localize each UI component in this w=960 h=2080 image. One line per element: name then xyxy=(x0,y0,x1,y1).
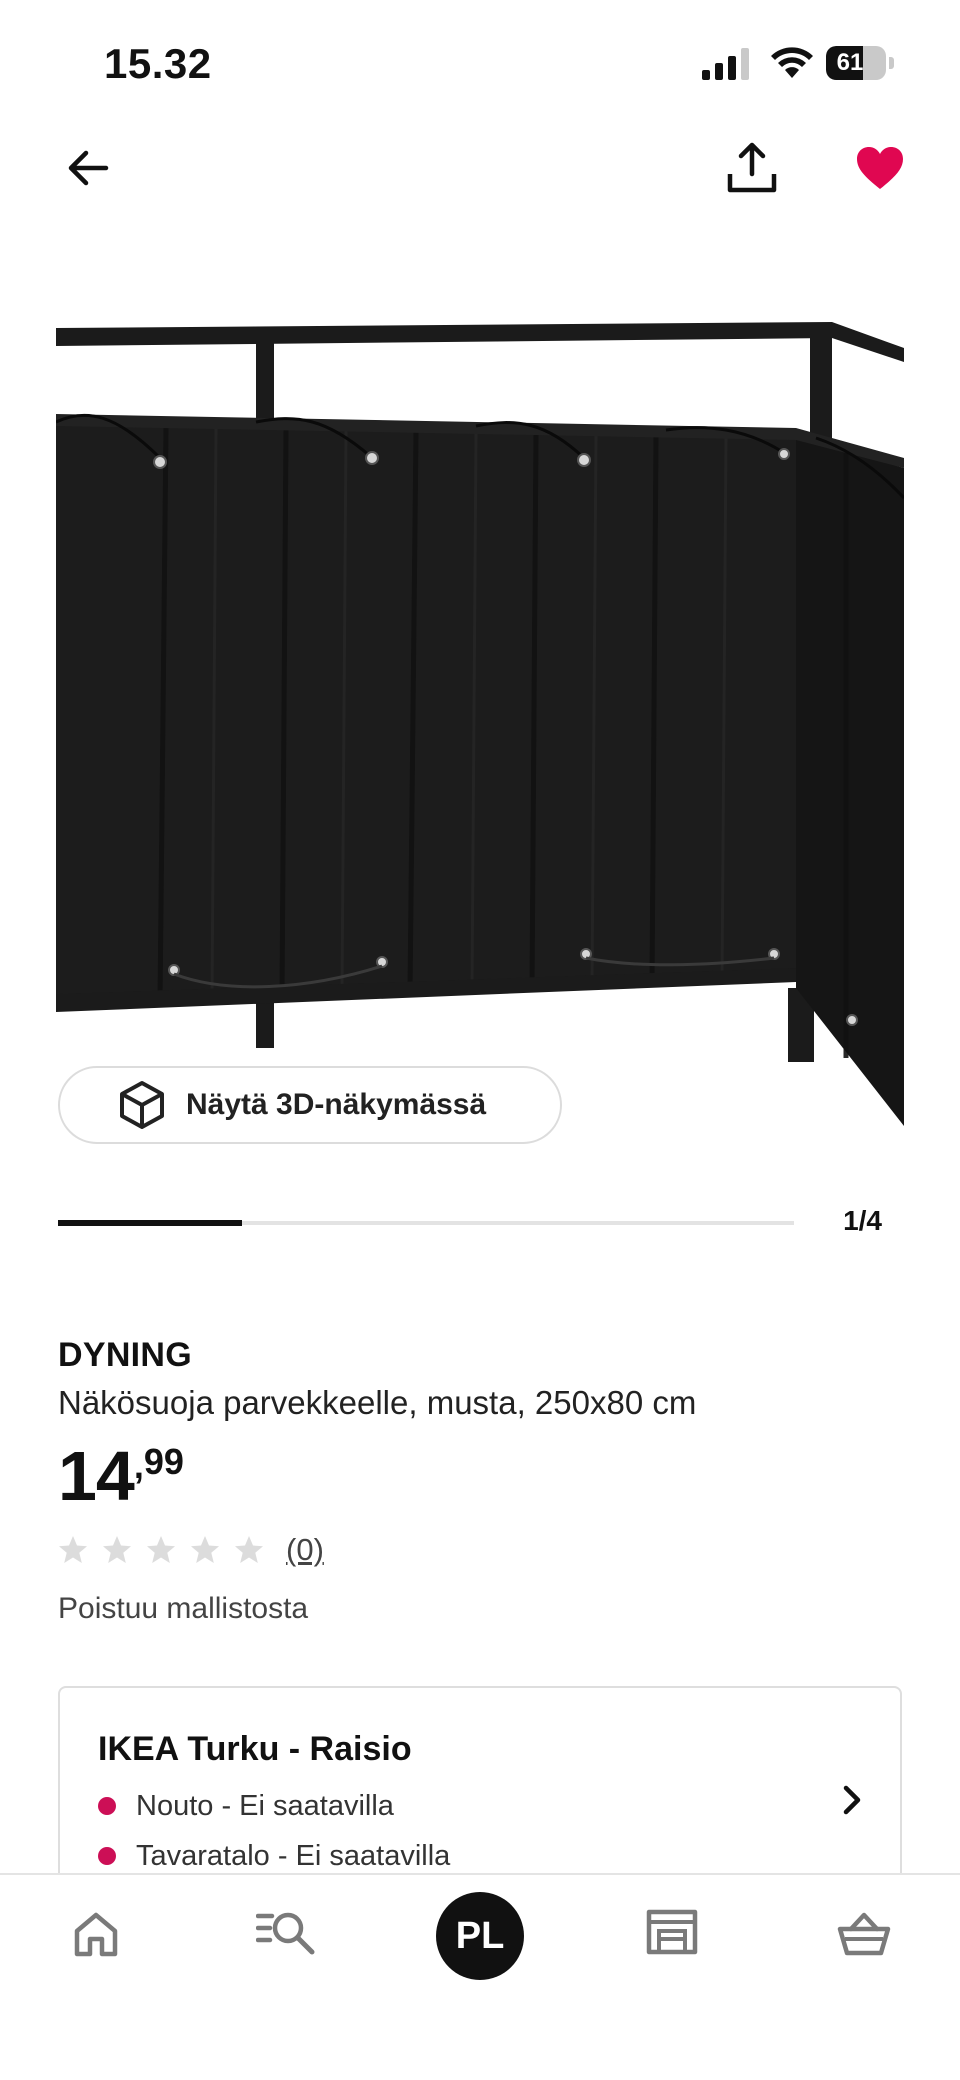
home-icon xyxy=(74,1912,118,1957)
price-comma: , xyxy=(133,1445,144,1486)
status-time: 15.32 xyxy=(104,40,212,87)
gallery-progress-fill xyxy=(58,1220,242,1226)
product-price: 14 , 99 xyxy=(58,1436,184,1516)
tab-store[interactable] xyxy=(632,1892,712,1972)
tab-home[interactable] xyxy=(56,1894,136,1974)
favorite-button[interactable] xyxy=(848,136,912,200)
product-description: Näkösuoja parvekkeelle, musta, 250x80 cm xyxy=(58,1384,697,1421)
product-image[interactable] xyxy=(56,318,904,1128)
share-icon xyxy=(727,142,777,193)
battery-percentage: 61 xyxy=(836,49,864,76)
gallery-progress-bar[interactable] xyxy=(58,1220,794,1226)
product-status: Poistuu mallistosta xyxy=(58,1592,309,1625)
battery-icon: 61 xyxy=(826,46,896,80)
store-icon xyxy=(646,1909,698,1955)
price-integer: 14 xyxy=(58,1437,135,1515)
star-icon xyxy=(147,1536,175,1563)
availability-label: Tavaratalo - Ei saatavilla xyxy=(136,1839,451,1872)
chevron-right-icon[interactable] xyxy=(834,1782,870,1818)
wifi-icon xyxy=(771,47,813,78)
status-dot xyxy=(98,1847,116,1865)
share-button[interactable] xyxy=(720,136,784,200)
star-icon xyxy=(59,1536,87,1563)
availability-row-store: Tavaratalo - Ei saatavilla xyxy=(98,1836,450,1876)
cellular-signal-icon xyxy=(702,48,749,80)
availability-label: Nouto - Ei saatavilla xyxy=(136,1789,394,1822)
gallery-pager: 1/4 xyxy=(843,1205,882,1236)
profile-avatar[interactable]: PL xyxy=(436,1892,524,1980)
price-decimals: 99 xyxy=(143,1441,184,1482)
cube-3d-icon xyxy=(120,1081,164,1129)
star-icon xyxy=(103,1536,131,1563)
view-3d-label: Näytä 3D-näkymässä xyxy=(186,1088,487,1121)
store-name: IKEA Turku - Raisio xyxy=(98,1730,412,1768)
status-dot xyxy=(98,1797,116,1815)
basket-icon xyxy=(837,1912,891,1956)
view-3d-button[interactable]: Näytä 3D-näkymässä xyxy=(58,1066,562,1144)
back-button[interactable] xyxy=(56,136,120,200)
product-brand: DYNING xyxy=(58,1336,193,1374)
product-rating[interactable]: (0) xyxy=(58,1530,324,1570)
search-list-icon xyxy=(256,1912,315,1955)
heart-icon xyxy=(857,147,903,189)
arrow-left-icon xyxy=(68,150,109,186)
tab-search[interactable] xyxy=(246,1892,326,1972)
star-icon xyxy=(191,1536,219,1563)
rating-count-link[interactable]: (0) xyxy=(286,1532,324,1568)
availability-row-pickup: Nouto - Ei saatavilla xyxy=(98,1786,394,1826)
tab-basket[interactable] xyxy=(824,1894,904,1974)
star-icon xyxy=(235,1536,263,1563)
